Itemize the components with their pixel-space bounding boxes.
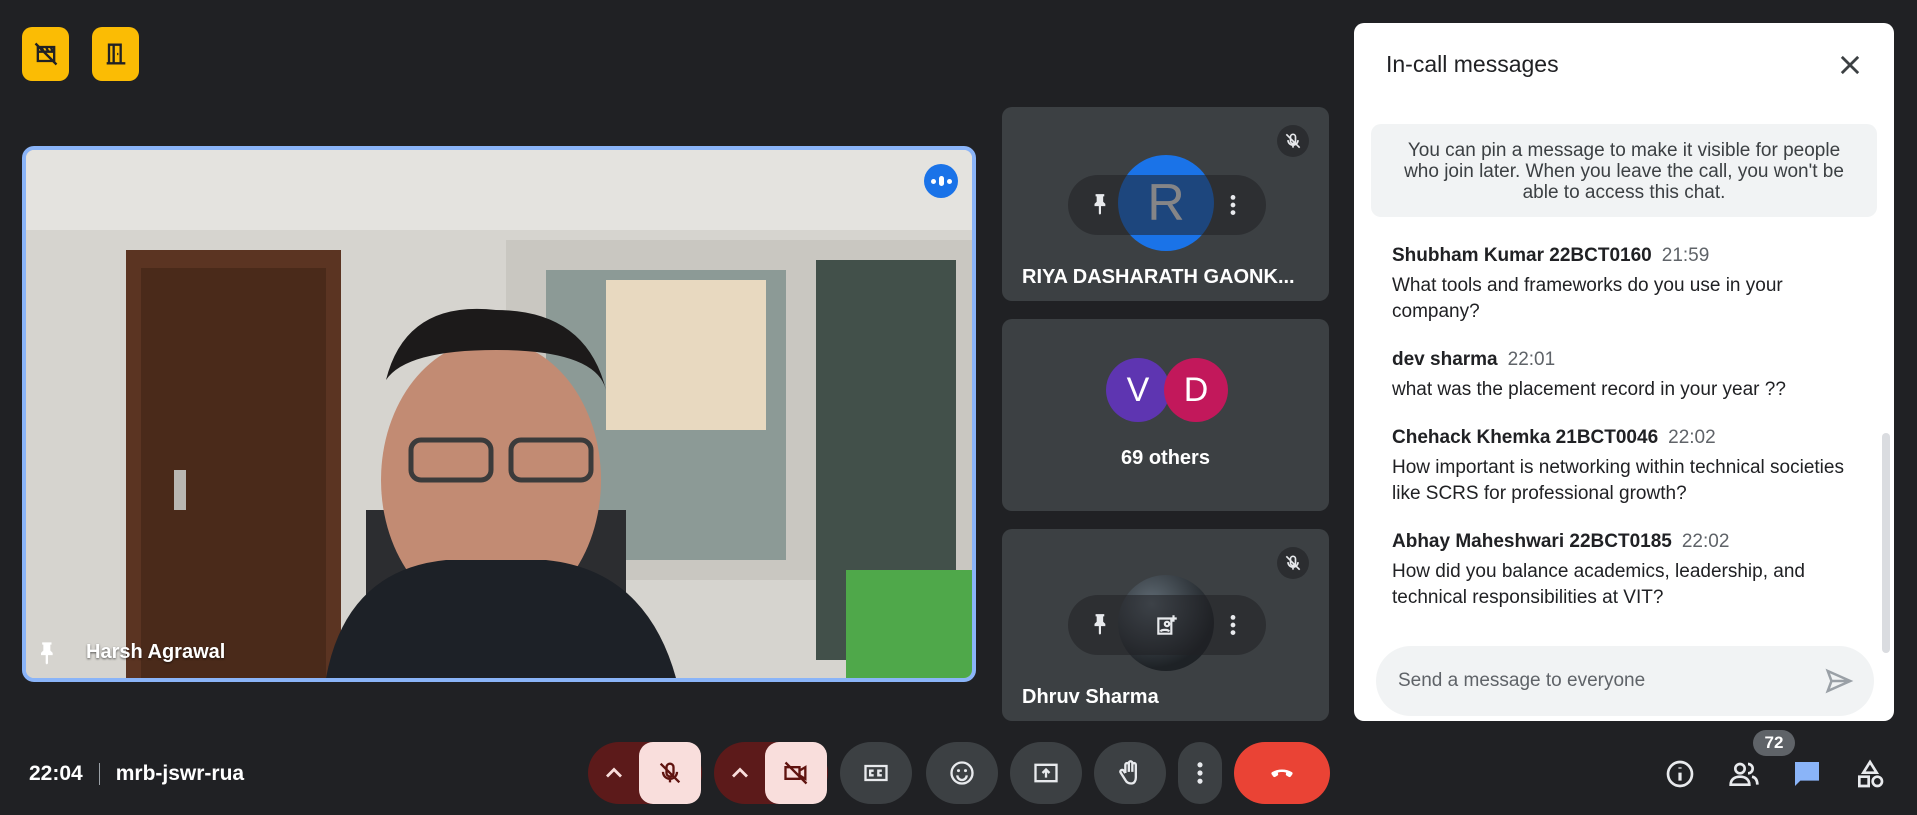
bottom-control-bar: 22:04 mrb-jswr-rua [0,734,1917,815]
pin-info-note: You can pin a message to make it visible… [1371,124,1877,217]
pin-icon[interactable] [1088,192,1114,218]
message-list: Shubham Kumar 22BCT0160 21:59 What tools … [1392,245,1862,635]
microphone-toggle-button[interactable] [639,742,701,804]
no-movie-icon [34,42,57,66]
leave-call-button[interactable] [1234,742,1330,804]
chat-message: Chehack Khemka 21BCT0046 22:02 How import… [1392,427,1862,507]
message-text: How did you balance academics, leadershi… [1392,561,1805,608]
camera-toggle-button[interactable] [765,742,827,804]
door-icon [106,43,125,65]
participant-tile-riya[interactable]: R RIYA DASHARATH GAONK... [1002,107,1329,301]
message-author: Abhay Maheshwari 22BCT0185 [1392,531,1672,552]
others-tile[interactable]: V D 69 others [1002,319,1329,511]
participant-name: Dhruv Sharma [1022,686,1159,708]
more-vert-icon[interactable] [1220,192,1246,218]
people-icon [1729,762,1759,786]
meeting-code[interactable]: mrb-jswr-rua [116,762,244,786]
chat-message: Shubham Kumar 22BCT0160 21:59 What tools … [1392,245,1862,325]
divider [98,763,100,785]
info-icon [1666,760,1694,788]
hand-icon [1119,760,1137,785]
more-vert-icon[interactable] [1220,612,1246,638]
avatar: D [1164,358,1228,422]
pin-icon[interactable] [34,640,62,668]
message-author: dev sharma [1392,349,1498,370]
chat-button[interactable] [1789,756,1825,792]
main-participant-name: Harsh Agrawal [86,641,226,663]
more-vert-icon [1197,762,1203,784]
message-text: What tools and frameworks do you use in … [1392,275,1783,322]
activities-button[interactable] [1852,756,1888,792]
close-button[interactable] [1834,49,1866,81]
message-input[interactable] [1398,670,1824,692]
chat-panel: In-call messages You can pin a message t… [1354,23,1894,721]
participant-count-badge: 72 [1753,730,1795,756]
avatar: V [1106,358,1170,422]
close-icon [1840,55,1860,75]
mic-control-group [588,742,702,804]
chat-title: In-call messages [1386,51,1559,77]
captions-button[interactable] [840,742,912,804]
present-to-all-icon [1034,763,1058,783]
videocam-off-icon [784,761,808,785]
participant-video [26,150,972,678]
chevron-up-icon [606,767,622,778]
main-video-tile[interactable]: Harsh Agrawal [22,146,976,682]
reactions-button[interactable] [926,742,998,804]
call-end-icon [1271,769,1293,778]
message-time: 22:01 [1507,349,1556,370]
more-options-button[interactable] [1178,742,1222,804]
tile-hover-controls [1068,595,1266,655]
chevron-up-icon [732,767,748,778]
current-time: 22:04 [29,762,83,785]
message-time: 21:59 [1661,245,1710,266]
raise-hand-button[interactable] [1094,742,1166,804]
emoji-icon [950,761,974,785]
closed-captions-icon [864,764,888,782]
video-settings-button[interactable] [715,742,765,804]
mic-off-icon [1277,547,1309,579]
present-button[interactable] [1010,742,1082,804]
participant-name: RIYA DASHARATH GAONK... [1022,266,1295,288]
chat-icon [1795,762,1819,786]
no-video-recording-badge[interactable] [22,27,69,81]
message-author: Chehack Khemka 21BCT0046 [1392,427,1659,448]
chat-message: Abhay Maheshwari 22BCT0185 22:02 How did … [1392,531,1862,611]
audio-settings-button[interactable] [589,742,639,804]
mic-off-icon [659,762,681,784]
speaking-indicator-icon [924,164,958,198]
send-icon[interactable] [1824,666,1854,696]
message-time: 22:02 [1681,531,1730,552]
people-button[interactable] [1726,756,1762,792]
tile-hover-controls [1068,175,1266,235]
message-composer [1376,646,1874,716]
mic-off-icon [1277,125,1309,157]
chat-scrollbar[interactable] [1882,433,1890,653]
others-count-label: 69 others [1121,447,1210,469]
participant-tile-dhruv[interactable]: Dhruv Sharma [1002,529,1329,721]
message-author: Shubham Kumar 22BCT0160 [1392,245,1652,266]
meeting-info: 22:04 mrb-jswr-rua [29,762,244,786]
chat-message: dev sharma 22:01 what was the placement r… [1392,349,1862,403]
activities-icon [1858,759,1884,788]
message-text: what was the placement record in your ye… [1392,379,1786,400]
camera-control-group [714,742,828,804]
door-badge[interactable] [92,27,139,81]
message-text: How important is networking within techn… [1392,457,1844,504]
message-time: 22:02 [1668,427,1716,448]
meeting-details-button[interactable] [1662,756,1698,792]
frame-person-icon[interactable] [1154,612,1180,638]
pin-icon[interactable] [1088,612,1114,638]
